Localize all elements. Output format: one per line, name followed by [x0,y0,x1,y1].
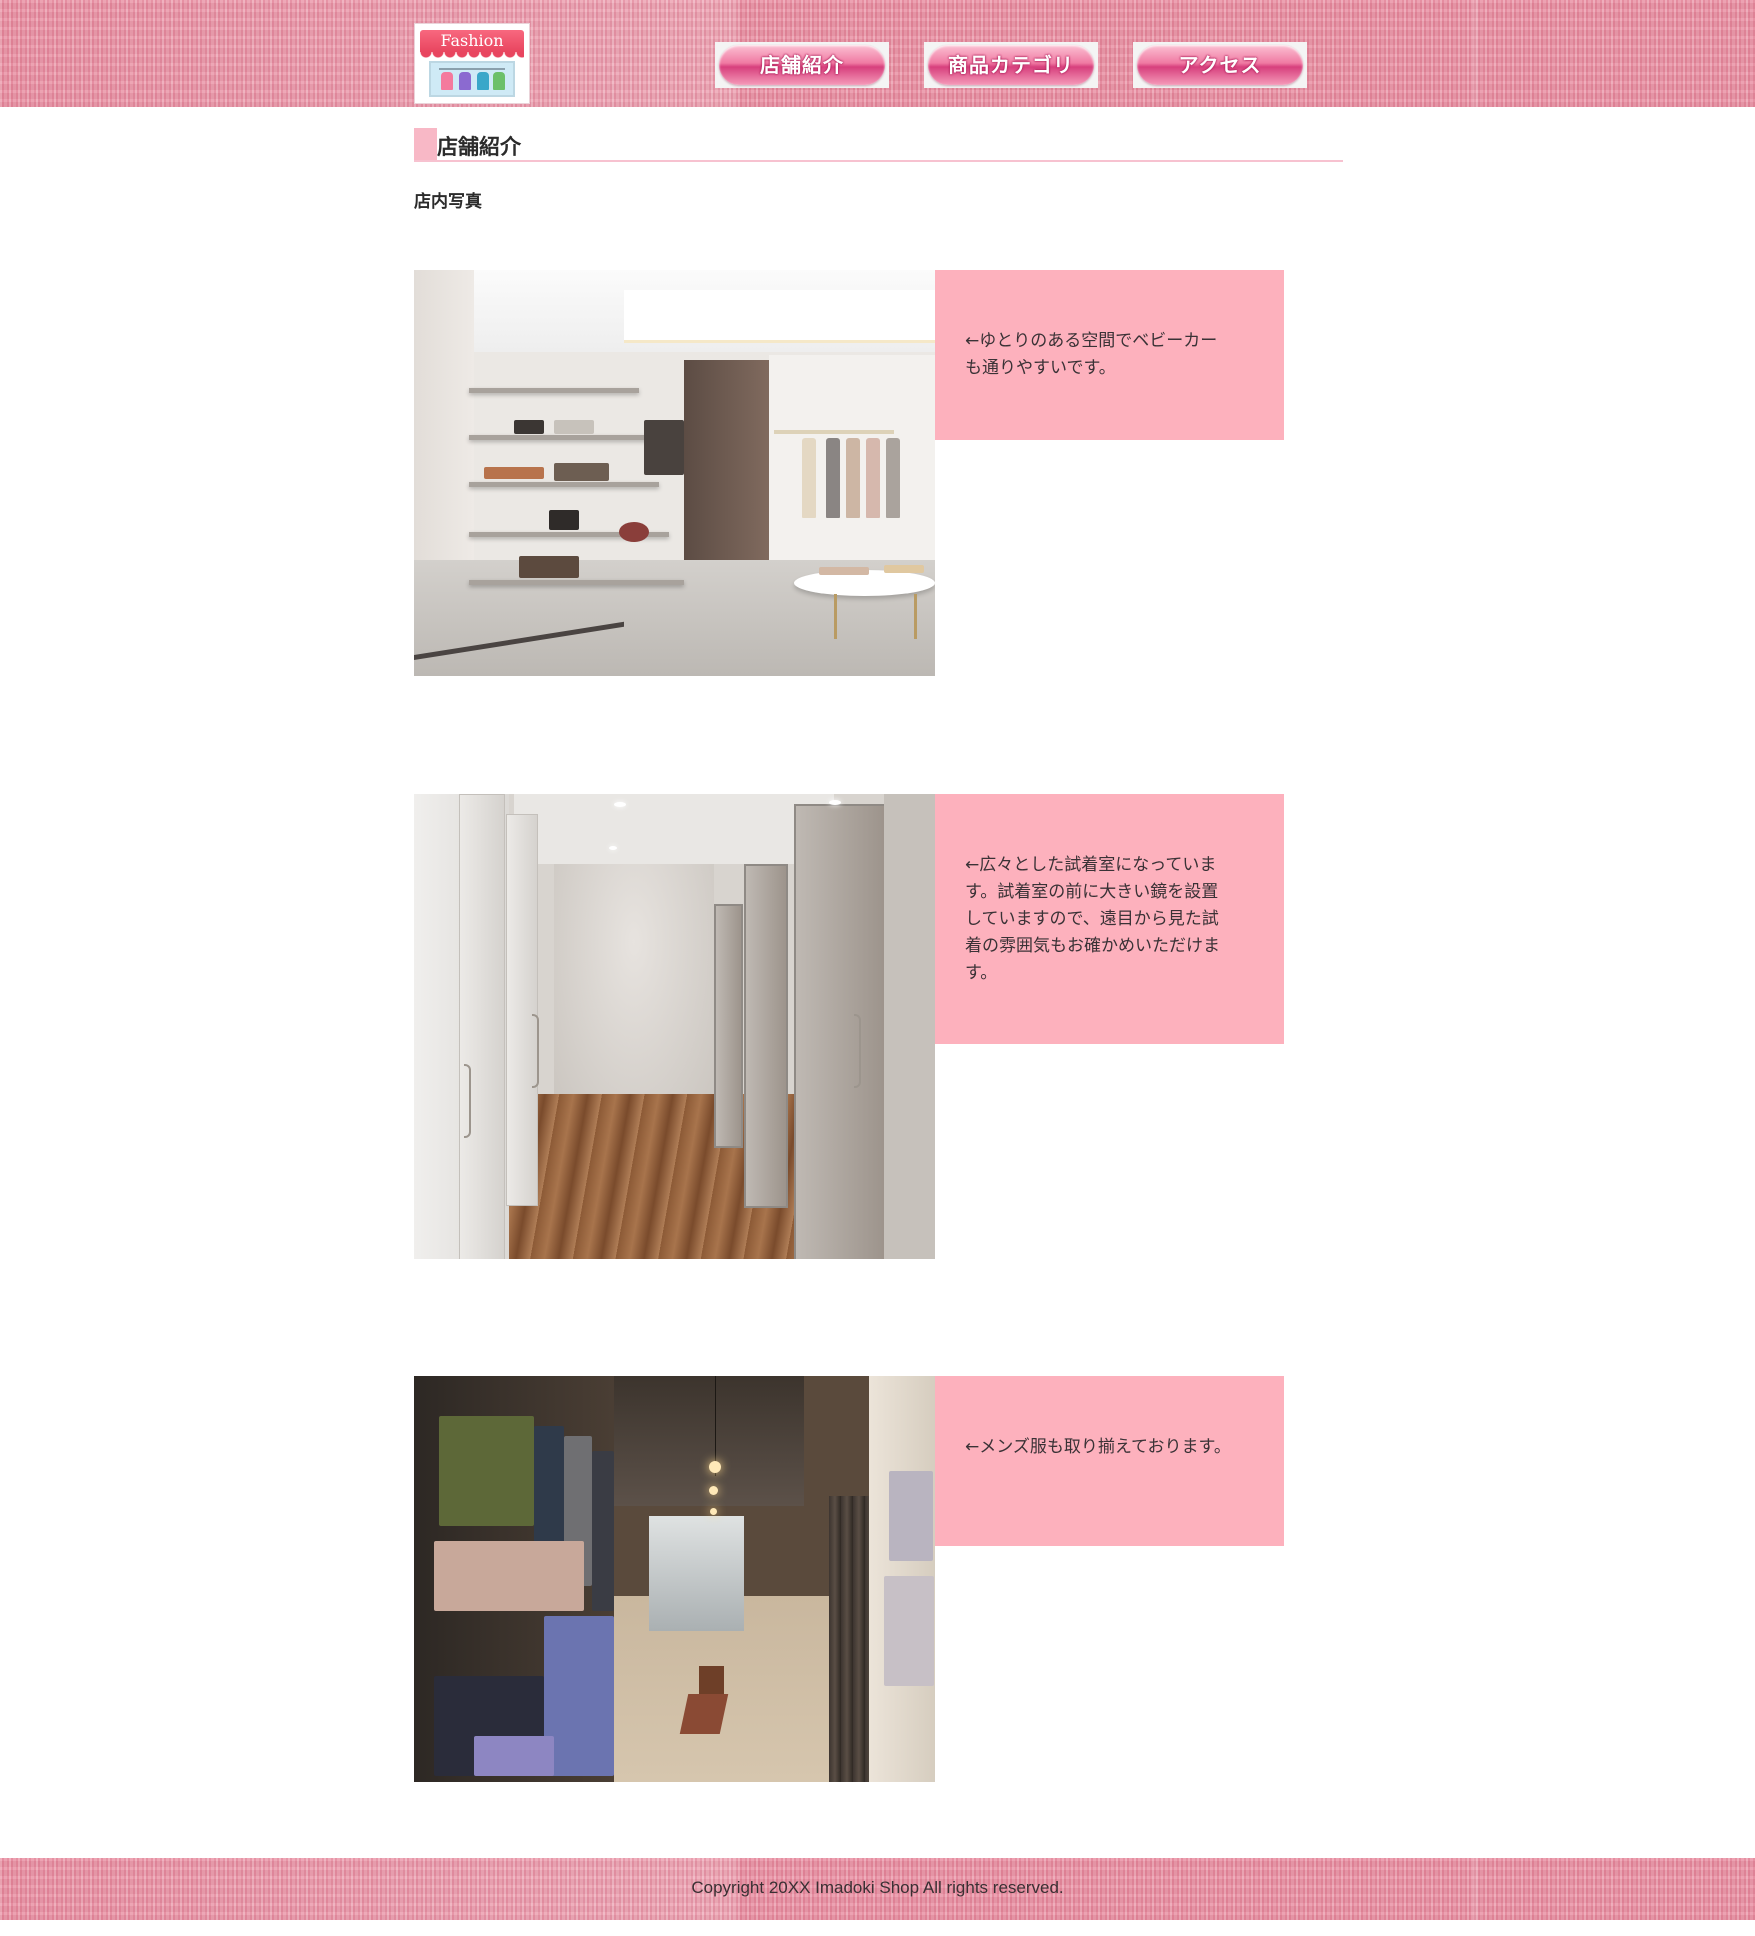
heading-accent-mark [414,128,437,160]
photo-caption-1-text: ←ゆとりのある空間でベビーカーも通りやすいです。 [965,331,1218,378]
shop-logo[interactable]: Fashion [414,23,530,104]
photo-section-subtitle: 店内写真 [414,192,482,212]
logo-awning-edge [420,52,524,58]
photo-caption-2: ←広々とした試着室になっています。試着室の前に大きい鏡を設置していますので、遠目… [935,794,1284,1044]
logo-storefront-icon [429,61,515,97]
photo-caption-1: ←ゆとりのある空間でベビーカーも通りやすいです。 [935,270,1284,440]
photo-caption-3-text: ←メンズ服も取り揃えております。 [965,1437,1231,1457]
mens-clothing-photo [414,1376,935,1782]
nav-store-intro-button[interactable]: 店舗紹介 [715,42,889,88]
nav-access-button[interactable]: アクセス [1133,42,1307,88]
section-heading: 店舗紹介 [414,127,1343,162]
nav-product-category-button[interactable]: 商品カテゴリ [924,42,1098,88]
photo-caption-2-text: ←広々とした試着室になっています。試着室の前に大きい鏡を設置していますので、遠目… [965,855,1220,983]
photo-caption-3: ←メンズ服も取り揃えております。 [935,1376,1284,1546]
nav-store-intro-label: 店舗紹介 [719,45,885,85]
page-title: 店舗紹介 [437,135,521,159]
fitting-room-photo [414,794,935,1259]
logo-text: Fashion [420,30,524,52]
footer-copyright: Copyright 20XX Imadoki Shop All rights r… [691,1878,1064,1897]
store-interior-photo [414,270,935,676]
nav-access-label: アクセス [1137,45,1303,85]
nav-product-category-label: 商品カテゴリ [928,45,1094,85]
